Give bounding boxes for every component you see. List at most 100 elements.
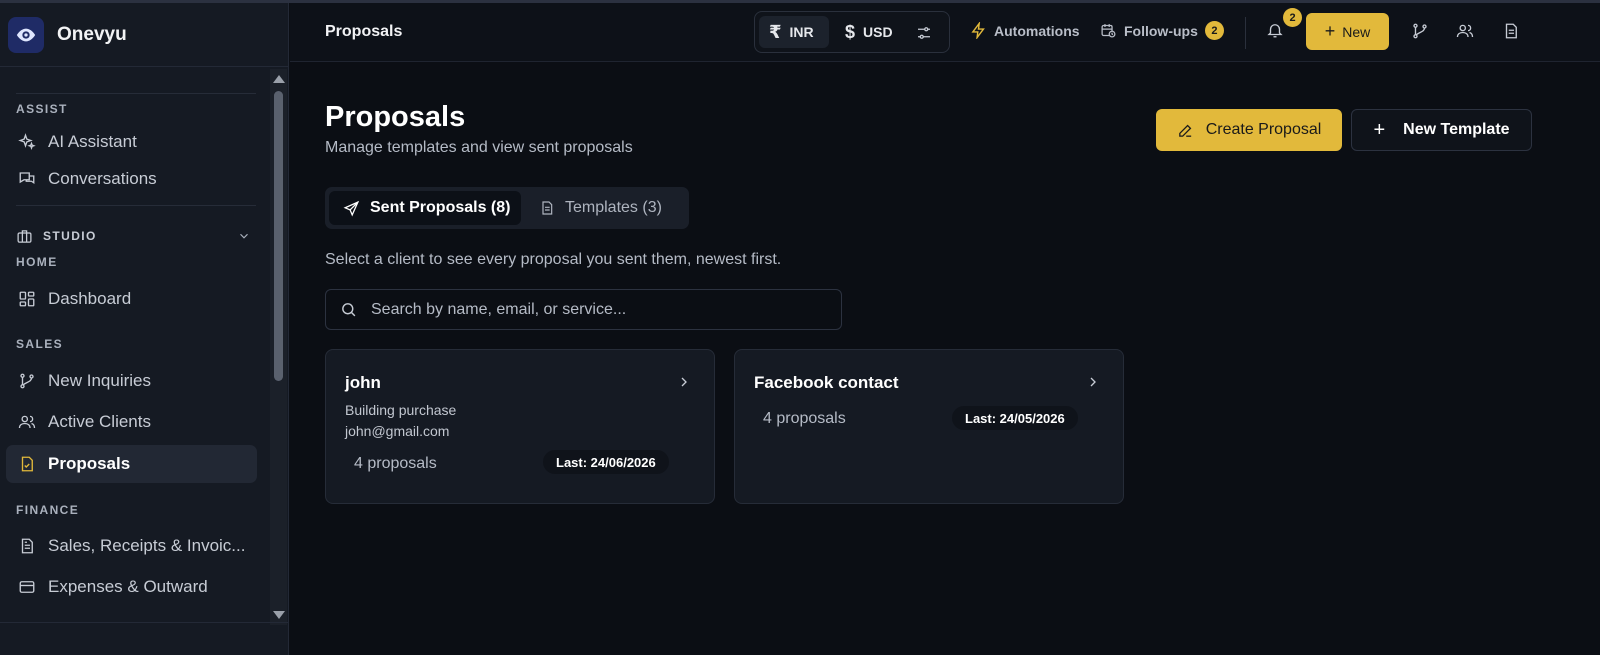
search-input[interactable] <box>371 300 831 319</box>
users-icon[interactable] <box>1456 22 1474 40</box>
new-template-label: New Template <box>1403 121 1510 138</box>
sidebar-item-proposals[interactable]: Proposals <box>6 445 257 483</box>
automations-link[interactable]: Automations <box>970 22 1080 39</box>
section-divider <box>16 205 256 206</box>
dollar-icon: $ <box>845 21 856 42</box>
pencil-icon <box>1177 122 1194 139</box>
last-sent-badge: Last: 24/05/2026 <box>952 406 1078 430</box>
briefcase-icon <box>16 228 33 245</box>
tab-label: Sent Proposals (8) <box>370 199 511 216</box>
rupee-icon: ₹ <box>769 21 782 42</box>
section-label-finance: FINANCE <box>16 503 80 517</box>
followups-link[interactable]: Follow-ups 2 <box>1100 21 1224 40</box>
chevron-right-icon <box>1085 374 1101 390</box>
document-icon[interactable] <box>1502 22 1520 40</box>
brand[interactable]: Onevyu <box>0 3 289 67</box>
scroll-up-arrow-icon[interactable] <box>273 75 285 83</box>
sidebar-item-label: Proposals <box>48 454 131 473</box>
page-subtitle: Manage templates and view sent proposals <box>325 139 633 156</box>
scroll-thumb[interactable] <box>274 91 283 381</box>
sidebar-item-label: AI Assistant <box>48 132 137 151</box>
client-name: Facebook contact <box>754 373 899 392</box>
document-check-icon <box>18 455 36 473</box>
client-search[interactable] <box>325 289 842 330</box>
currency-inr-label: INR <box>789 24 814 40</box>
client-service: Building purchase <box>345 402 457 418</box>
followups-count-badge: 2 <box>1204 21 1224 40</box>
currency-usd-button[interactable]: $ USD <box>835 16 907 48</box>
proposal-count: 4 proposals <box>763 410 846 427</box>
scroll-down-arrow-icon[interactable] <box>273 611 285 619</box>
sidebar-item-label: Expenses & Outward <box>48 577 208 596</box>
currency-inr-button[interactable]: ₹ INR <box>759 16 829 48</box>
bell-icon[interactable] <box>1266 21 1284 44</box>
section-divider <box>16 93 256 94</box>
client-name: john <box>345 373 381 392</box>
calendar-clock-icon <box>1100 22 1117 39</box>
chevron-down-icon <box>237 229 251 243</box>
users-icon <box>18 413 36 431</box>
sidebar-item-sales-receipts-invoices[interactable]: Sales, Receipts & Invoic... <box>6 527 257 565</box>
search-icon <box>340 301 357 318</box>
section-toggle-studio[interactable]: STUDIO <box>16 224 251 248</box>
eye-logo-icon <box>8 16 44 53</box>
helper-text: Select a client to see every proposal yo… <box>325 251 782 268</box>
client-email: john@gmail.com <box>345 423 450 439</box>
plus-icon: + <box>1373 118 1386 141</box>
top-bar: Proposals ₹ INR $ USD Automations Follow… <box>290 3 1600 62</box>
tab-templates[interactable]: Templates (3) <box>525 191 685 225</box>
document-icon <box>539 200 555 216</box>
currency-usd-label: USD <box>863 24 893 40</box>
grid-icon <box>18 290 36 308</box>
automations-label: Automations <box>994 22 1080 39</box>
currency-switcher: ₹ INR $ USD <box>754 11 950 53</box>
plus-icon: + <box>1324 21 1336 41</box>
branch-icon[interactable] <box>1411 22 1429 40</box>
sidebar-nav: ASSIST AI Assistant Conversations STUDIO… <box>0 67 270 622</box>
new-button-label: New <box>1342 23 1371 40</box>
branch-icon <box>18 372 36 390</box>
sidebar-item-label: Sales, Receipts & Invoic... <box>48 536 246 555</box>
proposal-count: 4 proposals <box>354 455 437 472</box>
page-title: Proposals <box>325 101 466 133</box>
sidebar-item-ai-assistant[interactable]: AI Assistant <box>6 123 257 161</box>
create-proposal-label: Create Proposal <box>1205 121 1322 138</box>
section-label-sales: SALES <box>16 337 64 351</box>
sidebar-item-dashboard[interactable]: Dashboard <box>6 280 257 318</box>
sidebar-item-new-inquiries[interactable]: New Inquiries <box>6 362 257 400</box>
chevron-right-icon <box>676 374 692 390</box>
lightning-icon <box>970 22 987 39</box>
send-icon <box>343 200 360 217</box>
new-template-button[interactable]: + New Template <box>1351 109 1532 151</box>
client-card-facebook-contact[interactable]: Facebook contact 4 proposals Last: 24/05… <box>734 349 1124 504</box>
sidebar-item-conversations[interactable]: Conversations <box>6 160 257 198</box>
sidebar-item-label: Active Clients <box>48 412 151 431</box>
document-icon <box>18 537 36 555</box>
sidebar-item-active-clients[interactable]: Active Clients <box>6 403 257 441</box>
last-sent-badge: Last: 24/06/2026 <box>543 450 669 474</box>
section-label-home: HOME <box>16 255 58 269</box>
sidebar-item-label: New Inquiries <box>48 371 151 390</box>
tab-label: Templates (3) <box>565 199 662 216</box>
create-proposal-button[interactable]: Create Proposal <box>1156 109 1342 151</box>
followups-label: Follow-ups <box>1124 22 1198 39</box>
sidebar-item-expenses-outward[interactable]: Expenses & Outward <box>6 568 257 606</box>
card-icon <box>18 578 36 596</box>
client-card-john[interactable]: john Building purchase john@gmail.com 4 … <box>325 349 715 504</box>
sidebar-item-label: Conversations <box>48 169 157 188</box>
sidebar-item-label: Dashboard <box>48 289 132 308</box>
app-name: Onevyu <box>57 23 127 45</box>
sliders-icon[interactable] <box>915 24 933 42</box>
section-label-studio: STUDIO <box>43 229 97 243</box>
new-button[interactable]: + New <box>1306 13 1389 50</box>
sidebar-footer <box>0 622 289 655</box>
sparkles-icon <box>18 133 36 151</box>
page-breadcrumb: Proposals <box>325 23 403 40</box>
proposal-tabs: Sent Proposals (8) Templates (3) <box>325 187 689 229</box>
section-label-assist: ASSIST <box>16 102 68 116</box>
tab-sent-proposals[interactable]: Sent Proposals (8) <box>329 191 521 225</box>
sidebar-scrollbar[interactable] <box>270 69 287 625</box>
sidebar: Onevyu ASSIST AI Assistant Conversations… <box>0 3 289 655</box>
chat-icon <box>18 170 36 188</box>
notifications-count-badge: 2 <box>1283 8 1302 27</box>
